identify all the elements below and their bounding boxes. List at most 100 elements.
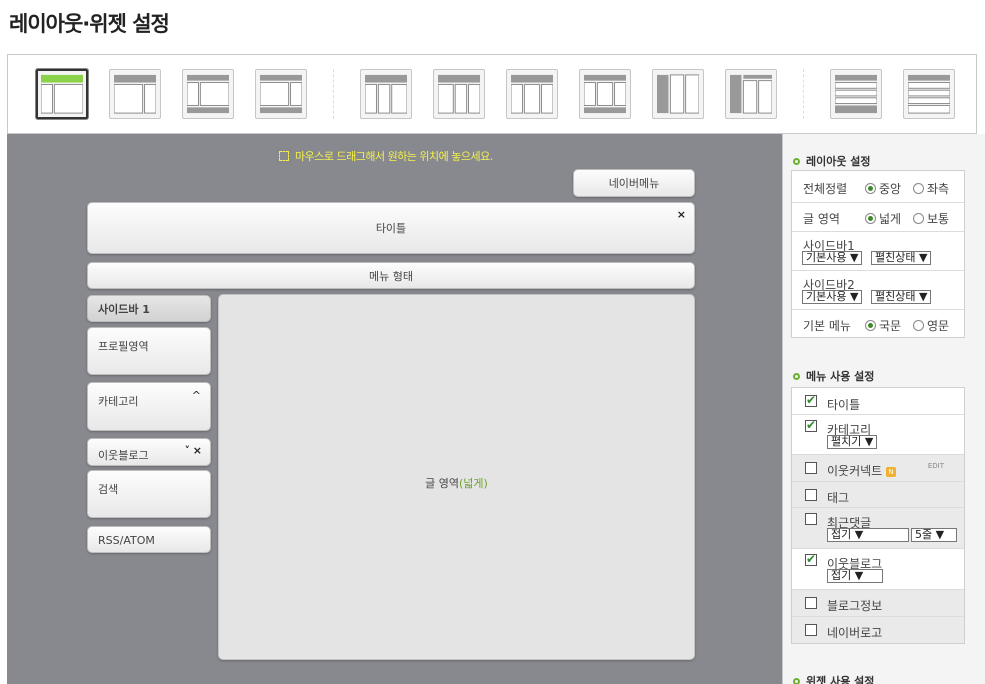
radio-icon[interactable] (913, 183, 924, 194)
checkbox-icon[interactable] (805, 597, 817, 609)
align-label: 전체정렬 (803, 182, 848, 196)
sidebar1-state-select[interactable]: 펼친상태 ▼ (871, 251, 932, 265)
category-widget[interactable]: 카테고리 ^ (87, 382, 211, 431)
sidebar1-row: 사이드바1 기본사용 ▼ 펼친상태 ▼ (792, 232, 964, 271)
layout-option-7[interactable] (506, 69, 558, 119)
radio-icon[interactable] (865, 213, 876, 224)
neighbor-blog-fold-select[interactable]: 접기 ▼ (827, 569, 883, 583)
close-icon[interactable]: × (193, 444, 202, 457)
recent-comments-lines-select[interactable]: 5줄 ▼ (911, 528, 957, 542)
content-normal-option[interactable]: 보통 (913, 210, 949, 227)
profile-widget[interactable]: 프로필영역 (87, 327, 211, 375)
chevron-down-icon[interactable]: ˅ (185, 444, 191, 457)
content-area-label: 글 영역(넓게) (219, 475, 694, 491)
layout-option-4[interactable] (255, 69, 307, 119)
menu-item-naver-logo-label: 네이버로고 (827, 626, 883, 640)
new-badge-icon: N (886, 467, 897, 477)
sidebar1-usage-select[interactable]: 기본사용 ▼ (802, 251, 863, 265)
layout-option-8[interactable] (579, 69, 631, 119)
rss-widget[interactable]: RSS/ATOM (87, 526, 211, 553)
layout-canvas: 마우스로 드래그해서 원하는 위치에 놓으세요. 네이버메뉴 타이틀 × 메뉴 … (7, 134, 782, 684)
radio-icon[interactable] (913, 213, 924, 224)
menu-english-label: 영문 (927, 319, 950, 333)
title-widget[interactable]: 타이틀 × (87, 202, 695, 254)
section-bullet-icon (793, 158, 800, 165)
align-left-option[interactable]: 좌측 (913, 180, 949, 197)
layout-option-9[interactable] (652, 69, 704, 119)
menu-english-option[interactable]: 영문 (913, 317, 949, 334)
close-icon[interactable]: × (677, 208, 686, 221)
section-bullet-icon (793, 678, 800, 684)
profile-widget-label: 프로필영역 (98, 340, 149, 353)
content-area-label-text: 글 영역 (425, 477, 460, 490)
menu-item-tag: 태그 (792, 482, 964, 508)
layout-option-10[interactable] (725, 69, 777, 119)
edit-link[interactable]: EDIT (928, 462, 944, 470)
content-wide-label: 넓게 (879, 212, 902, 226)
checkbox-icon[interactable] (805, 624, 817, 636)
recent-comments-fold-select[interactable]: 접기 ▼ (827, 528, 909, 542)
layout-option-12[interactable] (903, 69, 955, 119)
content-area-width-label: (넓게) (459, 477, 488, 490)
layout-option-3[interactable] (182, 69, 234, 119)
drag-cursor-icon (279, 151, 289, 161)
checkbox-icon[interactable] (805, 462, 817, 474)
align-row: 전체정렬 중앙 좌측 (792, 171, 964, 203)
sidebar2-state-select[interactable]: 펼친상태 ▼ (871, 290, 932, 304)
menu-korean-option[interactable]: 국문 (865, 317, 901, 334)
chevron-up-icon[interactable]: ^ (192, 389, 201, 402)
category-fold-select[interactable]: 펼치기 ▼ (827, 435, 878, 449)
layout-settings-title-text: 레이아웃 설정 (806, 155, 871, 168)
layout-option-2[interactable] (109, 69, 161, 119)
layout-option-5[interactable] (360, 69, 412, 119)
layout-selector-bar (7, 54, 977, 134)
menu-widget[interactable]: 메뉴 형태 (87, 262, 695, 289)
layout-option-1[interactable] (36, 69, 88, 119)
widget-settings-title-text: 위젯 사용 설정 (806, 675, 875, 684)
menu-korean-label: 국문 (879, 319, 902, 333)
align-center-label: 중앙 (879, 182, 902, 196)
title-widget-label: 타이틀 (375, 222, 407, 235)
section-bullet-icon (793, 373, 800, 380)
menu-settings-panel: 타이틀 카테고리 펼치기 ▼ 이웃커넥트 N EDIT 태그 최근댓글 접기 ▼… (791, 387, 965, 644)
menu-item-blog-info-label: 블로그정보 (827, 599, 883, 613)
layout-separator (333, 69, 334, 119)
content-area[interactable]: 글 영역(넓게) (218, 294, 695, 660)
layout-option-11[interactable] (830, 69, 882, 119)
align-left-label: 좌측 (927, 182, 950, 196)
radio-icon[interactable] (913, 320, 924, 331)
rss-widget-label: RSS/ATOM (98, 534, 155, 547)
menu-item-neighbor-connect: 이웃커넥트 N EDIT (792, 455, 964, 482)
menu-item-naver-logo: 네이버로고 (792, 617, 964, 643)
layout-option-6[interactable] (433, 69, 485, 119)
menu-settings-title: 메뉴 사용 설정 (793, 368, 874, 384)
sidebar-1-header[interactable]: 사이드바 1 (87, 295, 211, 322)
checkbox-icon[interactable] (805, 489, 817, 501)
checkbox-icon[interactable] (805, 513, 817, 525)
search-widget[interactable]: 검색 (87, 470, 211, 518)
menu-item-neighbor-blog: 이웃블로그 접기 ▼ (792, 549, 964, 590)
checkbox-icon[interactable] (805, 418, 817, 432)
checkbox-icon[interactable] (805, 552, 817, 566)
radio-icon[interactable] (865, 320, 876, 331)
align-center-option[interactable]: 중앙 (865, 180, 901, 197)
naver-menu-widget[interactable]: 네이버메뉴 (573, 169, 695, 197)
neighbor-blog-widget-label: 이웃블로그 (98, 449, 149, 462)
content-width-row: 글 영역 넓게 보통 (792, 203, 964, 232)
sidebar2-usage-select[interactable]: 기본사용 ▼ (802, 290, 863, 304)
content-normal-label: 보통 (927, 212, 950, 226)
layout-settings-title: 레이아웃 설정 (793, 153, 871, 169)
menu-lang-label: 기본 메뉴 (803, 319, 851, 333)
naver-menu-label: 네이버메뉴 (608, 177, 660, 190)
category-widget-label: 카테고리 (98, 395, 139, 408)
menu-item-recent-comments: 최근댓글 접기 ▼ 5줄 ▼ (792, 508, 964, 549)
radio-icon[interactable] (865, 183, 876, 194)
content-wide-option[interactable]: 넓게 (865, 210, 901, 227)
menu-item-title: 타이틀 (792, 388, 964, 415)
menu-widget-label: 메뉴 형태 (369, 269, 413, 283)
neighbor-blog-widget[interactable]: 이웃블로그 ˅ × (87, 438, 211, 466)
page-title: 레이아웃·위젯 설정 (9, 12, 170, 36)
layout-separator (803, 69, 804, 119)
widget-settings-title: 위젯 사용 설정 (793, 673, 874, 684)
checkbox-icon[interactable] (805, 393, 817, 407)
